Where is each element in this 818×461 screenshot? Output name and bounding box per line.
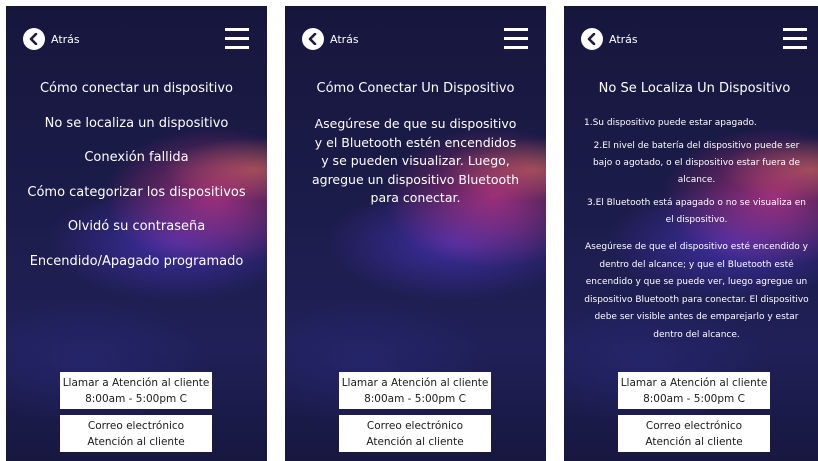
help-topic-connect-device[interactable]: Cómo conectar un dispositivo <box>6 80 267 115</box>
top-bar: Atrás <box>23 26 249 54</box>
call-support-hours: 8:00am - 5:00pm C <box>643 392 745 405</box>
help-topic-categorize-devices[interactable]: Cómo categorizar los dispositivos <box>6 184 267 219</box>
top-bar: Atrás <box>302 26 528 54</box>
page-title: No Se Localiza Un Dispositivo <box>598 81 791 96</box>
help-topic-device-not-found[interactable]: No se localiza un dispositivo <box>6 115 267 150</box>
call-support-button[interactable]: Llamar a Atención al cliente 8:00am - 5:… <box>618 372 770 409</box>
call-support-button[interactable]: Llamar a Atención al cliente 8:00am - 5:… <box>339 372 491 409</box>
email-support-button[interactable]: Correo electrónico Atención al cliente <box>618 415 770 452</box>
call-support-label: Llamar a Atención al cliente <box>341 376 489 389</box>
chevron-left-icon <box>23 28 45 50</box>
email-support-sublabel: Atención al cliente <box>645 435 743 448</box>
reason-item: 3.El Bluetooth está apagado o no se visu… <box>587 198 806 225</box>
screen-device-not-found: Atrás No Se Localiza Un Dispositivo 1.Su… <box>564 6 818 461</box>
back-button[interactable]: Atrás <box>302 28 359 50</box>
screen-connect-device: Atrás Cómo Conectar Un Dispositivo Asegú… <box>285 6 546 461</box>
email-support-sublabel: Atención al cliente <box>366 435 464 448</box>
call-support-button[interactable]: Llamar a Atención al cliente 8:00am - 5:… <box>60 372 212 409</box>
chevron-left-icon <box>581 28 603 50</box>
chevron-left-icon <box>302 28 324 50</box>
top-bar: Atrás <box>581 26 807 54</box>
help-topics-list: Cómo conectar un dispositivo No se local… <box>6 80 267 287</box>
reason-item: 2.El nivel de batería del dispositivo pu… <box>592 141 801 185</box>
reason-item: 1.Su dispositivo puede estar apagado. <box>584 118 757 128</box>
reasons-list: 1.Su dispositivo puede estar apagado. 2.… <box>584 115 809 235</box>
call-support-label: Llamar a Atención al cliente <box>620 376 768 389</box>
help-topic-connection-failed[interactable]: Conexión fallida <box>6 149 267 184</box>
email-support-label: Correo electrónico <box>87 419 185 432</box>
email-support-label: Correo electrónico <box>366 419 464 432</box>
email-support-sublabel: Atención al cliente <box>87 435 185 448</box>
back-button[interactable]: Atrás <box>581 28 638 50</box>
email-support-button[interactable]: Correo electrónico Atención al cliente <box>60 415 212 452</box>
email-support-button[interactable]: Correo electrónico Atención al cliente <box>339 415 491 452</box>
back-label: Atrás <box>609 32 638 46</box>
screen-help-menu: Atrás Cómo conectar un dispositivo No se… <box>6 6 267 461</box>
back-button[interactable]: Atrás <box>23 28 80 50</box>
call-support-hours: 8:00am - 5:00pm C <box>364 392 466 405</box>
help-topic-scheduled-on-off[interactable]: Encendido/Apagado programado <box>6 253 267 288</box>
call-support-hours: 8:00am - 5:00pm C <box>85 392 187 405</box>
hamburger-menu-icon[interactable] <box>783 28 807 50</box>
hamburger-menu-icon[interactable] <box>225 28 249 50</box>
hamburger-menu-icon[interactable] <box>504 28 528 50</box>
help-topic-forgot-password[interactable]: Olvidó su contraseña <box>6 218 267 253</box>
page-title: Cómo Conectar Un Dispositivo <box>316 81 515 96</box>
email-support-label: Correo electrónico <box>645 419 743 432</box>
help-body-text: Asegúrese de que su dispositivo y el Blu… <box>311 116 520 205</box>
back-label: Atrás <box>51 32 80 46</box>
call-support-label: Llamar a Atención al cliente <box>62 376 210 389</box>
advice-text: Asegúrese de que el dispositivo esté enc… <box>584 242 809 340</box>
back-label: Atrás <box>330 32 359 46</box>
